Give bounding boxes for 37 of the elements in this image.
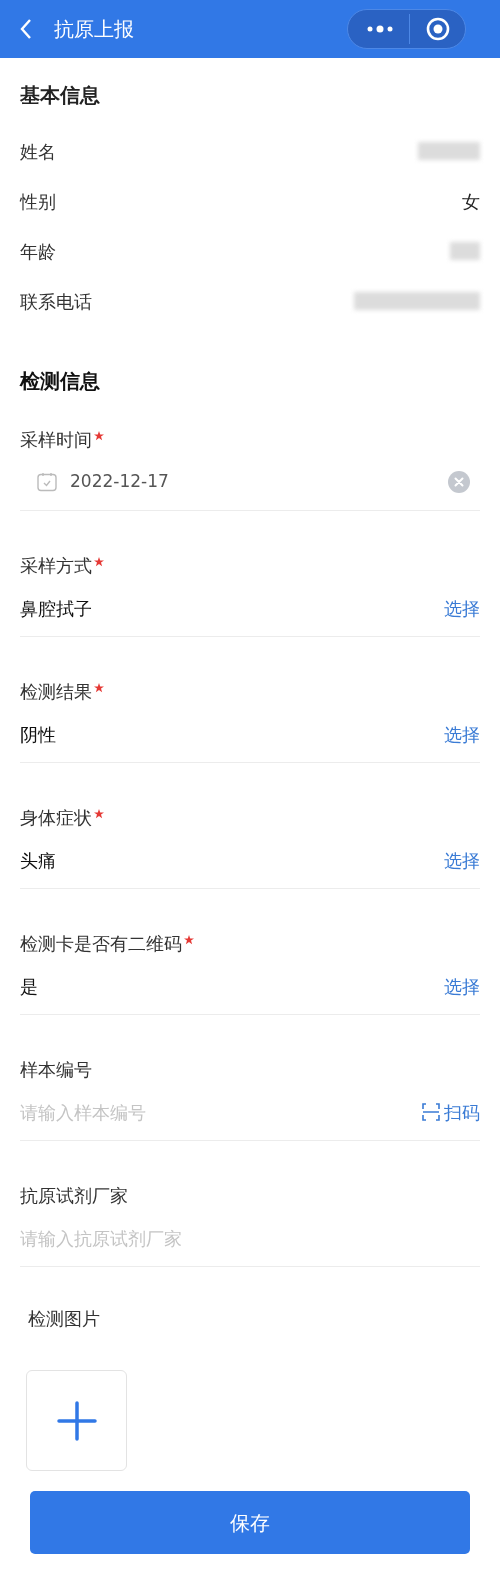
info-label: 联系电话 xyxy=(20,289,92,314)
select-link[interactable]: 选择 xyxy=(444,594,480,622)
section-title: 基本信息 xyxy=(20,82,101,109)
select-link[interactable]: 选择 xyxy=(444,846,480,874)
select-value: 头痛 xyxy=(20,848,57,873)
select-link[interactable]: 选择 xyxy=(444,720,480,748)
input-field[interactable]: 请输入样本编号 xyxy=(20,1098,420,1126)
field-label: 样本编号 xyxy=(20,1057,92,1082)
field-label: 检测图片 xyxy=(28,1308,100,1329)
calendar-icon xyxy=(36,471,58,493)
select-value: 鼻腔拭子 xyxy=(20,596,93,621)
field-label: 抗原试剂厂家 xyxy=(20,1183,128,1208)
info-label: 性别 xyxy=(20,189,56,214)
select-value: 阴性 xyxy=(20,722,57,747)
redacted-value xyxy=(418,142,480,160)
info-label: 年龄 xyxy=(20,239,56,264)
back-icon[interactable] xyxy=(18,17,34,41)
info-value: 女 xyxy=(462,189,480,214)
more-icon[interactable] xyxy=(365,24,395,34)
scan-button[interactable]: 扫码 xyxy=(420,1098,480,1126)
field-label: 身体症状 xyxy=(20,805,92,830)
save-button[interactable]: 保存 xyxy=(30,1491,470,1554)
redacted-value xyxy=(450,242,480,260)
scan-icon xyxy=(420,1102,442,1122)
field-label: 采样方式 xyxy=(20,553,92,578)
info-label: 姓名 xyxy=(20,139,56,164)
upload-button[interactable] xyxy=(26,1370,127,1471)
page-title: 抗原上报 xyxy=(54,16,135,43)
plus-icon xyxy=(56,1400,97,1441)
section-title: 检测信息 xyxy=(20,368,101,395)
input-field[interactable]: 请输入抗原试剂厂家 xyxy=(20,1224,480,1252)
select-value: 是 xyxy=(20,974,39,999)
field-label: 检测结果 xyxy=(20,679,92,704)
select-link[interactable]: 选择 xyxy=(444,972,480,1000)
date-value[interactable]: 2022-12-17 xyxy=(70,469,448,495)
field-label: 检测卡是否有二维码 xyxy=(20,931,182,956)
field-label: 采样时间 xyxy=(20,427,92,452)
